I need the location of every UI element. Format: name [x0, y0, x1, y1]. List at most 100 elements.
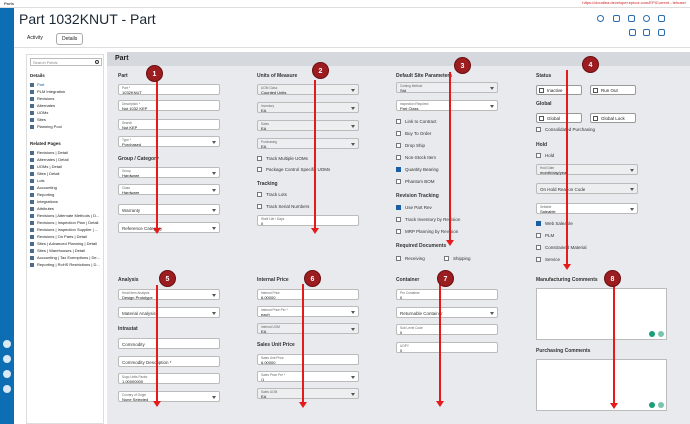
commodity-field[interactable]: Commodity: [118, 338, 220, 349]
spell-icon[interactable]: [649, 402, 655, 408]
per-container-field[interactable]: Per Container 0: [396, 289, 498, 300]
copy-icon[interactable]: [629, 29, 636, 36]
buy-to-order-checkbox[interactable]: Buy To Order: [396, 131, 431, 137]
sidebar-item-sites[interactable]: Sites: [30, 117, 104, 122]
track-lots-checkbox[interactable]: Track Lots: [257, 192, 287, 198]
hold-checkbox[interactable]: Hold: [536, 153, 554, 159]
inventory-uom-dropdown[interactable]: Inventory EA: [257, 102, 359, 113]
hold-reason-dropdown[interactable]: On Hold Reason Code: [536, 183, 638, 194]
purchasing-comments-textarea[interactable]: [536, 359, 667, 411]
supp-units-factor-field[interactable]: Supp Units Factor 1.00000000: [118, 373, 220, 384]
undo-icon[interactable]: [658, 15, 665, 22]
constrained-material-checkbox[interactable]: Constrained Material: [536, 245, 587, 251]
group-dropdown[interactable]: Group Hardware: [118, 167, 220, 178]
sellable-dropdown[interactable]: Sellable Saleable: [536, 203, 638, 214]
related-page-item[interactable]: Accounting | Tax Exemptions | De...: [30, 255, 104, 260]
internal-price-per-dropdown[interactable]: Internal Price Per * each: [257, 306, 359, 317]
related-page-item[interactable]: Accounting: [30, 185, 104, 190]
shelf-life-field[interactable]: Shelf Life / Days 0: [257, 215, 359, 226]
class-dropdown[interactable]: Class Hardware: [118, 184, 220, 195]
chat-icon[interactable]: [3, 340, 11, 348]
attachment-icon[interactable]: [643, 29, 650, 36]
sidebar-item-alternates[interactable]: Alternates: [30, 103, 104, 108]
user-icon[interactable]: [3, 385, 11, 393]
expand-icon[interactable]: [658, 402, 664, 408]
uom-class-dropdown[interactable]: UOM Class Counted Units: [257, 84, 359, 95]
related-page-item[interactable]: Reporting | RoHS Restrictions | D...: [30, 262, 104, 267]
quantity-bearing-checkbox[interactable]: Quantity Bearing: [396, 167, 439, 173]
part-section-header[interactable]: Part: [107, 52, 690, 66]
related-page-item[interactable]: Sites | Detail: [30, 171, 104, 176]
save-icon[interactable]: [613, 15, 620, 22]
shipping-checkbox[interactable]: Shipping: [444, 256, 471, 262]
track-multiple-uoms-checkbox[interactable]: Track Multiple UOMs: [257, 156, 308, 162]
sidebar-item-uoms[interactable]: UOMs: [30, 110, 104, 115]
sidebar-item-revisions[interactable]: Revisions: [30, 96, 104, 101]
internal-uom-dropdown[interactable]: Internal UOM EA: [257, 323, 359, 334]
use-part-rev-checkbox[interactable]: Use Part Rev: [396, 205, 432, 211]
country-of-origin-dropdown[interactable]: Country of Origin None Selected: [118, 391, 220, 402]
global-lock-toggle[interactable]: Global Lock: [590, 113, 636, 123]
new-icon[interactable]: [597, 15, 604, 22]
purchasing-uom-dropdown[interactable]: Purchasing EA: [257, 138, 359, 149]
hold-date-field[interactable]: Hold Date month/day/year: [536, 164, 638, 175]
inactive-toggle[interactable]: Inactive: [536, 85, 582, 95]
uopy-field[interactable]: UOPY 0: [396, 342, 498, 353]
related-page-item[interactable]: Reporting: [30, 192, 104, 197]
tab-details[interactable]: Details: [56, 33, 84, 45]
service-checkbox[interactable]: Service: [536, 257, 560, 263]
run-out-toggle[interactable]: Run Out: [590, 85, 636, 95]
reference-category-dropdown[interactable]: Reference Category: [118, 222, 220, 233]
returnable-container-dropdown[interactable]: Returnable Container: [396, 307, 498, 318]
refresh-icon[interactable]: [643, 15, 650, 22]
manufacturing-comments-textarea[interactable]: [536, 288, 667, 340]
help-icon[interactable]: [3, 370, 11, 378]
description-field[interactable]: Description * Nut 1032 KEP: [118, 100, 220, 111]
related-page-item[interactable]: UOMs | Detail: [30, 164, 104, 169]
related-page-item[interactable]: Sites | Advanced Planning | Detail: [30, 241, 104, 246]
related-page-item[interactable]: Revisions | Detail: [30, 150, 104, 155]
related-page-item[interactable]: Revisions | Inspection Plan | Detail: [30, 220, 104, 225]
part-field[interactable]: Part * 1032KNUT: [118, 84, 220, 95]
related-page-item[interactable]: Alternates | Detail: [30, 157, 104, 162]
costing-method-dropdown[interactable]: Costing Method Std: [396, 82, 498, 93]
related-page-item[interactable]: Sites | Warehouses | Detail: [30, 248, 104, 253]
related-page-item[interactable]: Lots: [30, 178, 104, 183]
related-page-item[interactable]: Revisions | On Parts | Detail: [30, 234, 104, 239]
expand-icon[interactable]: [658, 331, 664, 337]
phantom-bom-checkbox[interactable]: Phantom BOM: [396, 179, 435, 185]
drop-ship-checkbox[interactable]: Drop Ship: [396, 143, 425, 149]
sales-uom-dropdown[interactable]: Sales EA: [257, 120, 359, 131]
plm-checkbox[interactable]: PLM: [536, 233, 554, 239]
receiving-checkbox[interactable]: Receiving: [396, 256, 425, 262]
tab-activity[interactable]: Activity: [22, 33, 48, 43]
global-toggle[interactable]: Global: [536, 113, 582, 123]
related-page-item[interactable]: Integrations: [30, 199, 104, 204]
inspection-required-dropdown[interactable]: Inspection Required Part Class: [396, 100, 498, 111]
spell-icon[interactable]: [649, 331, 655, 337]
package-control-checkbox[interactable]: Package Control Specific UOMs: [257, 167, 330, 173]
head-item-analysis-dropdown[interactable]: Head Item Analysis Design Prototype: [118, 289, 220, 300]
sales-uom-field[interactable]: Sales UOM EA: [257, 388, 359, 399]
sales-unit-price-field[interactable]: Sales Unit Price 6.00000: [257, 354, 359, 365]
type-dropdown[interactable]: Type * Purchased: [118, 136, 220, 147]
sidebar-item-planning-pool[interactable]: Planning Pool: [30, 124, 104, 129]
delete-icon[interactable]: [628, 15, 635, 22]
commodity-description-field[interactable]: Commodity Description *: [118, 356, 220, 367]
sales-price-per-dropdown[interactable]: Sales Price Per */1: [257, 371, 359, 382]
material-analysis-dropdown[interactable]: Material Analysis: [118, 307, 220, 318]
internal-price-field[interactable]: Internal Price 6.00000: [257, 289, 359, 300]
sidebar-item-plm[interactable]: PLM Integration: [30, 89, 104, 94]
link-to-contract-checkbox[interactable]: Link to Contract: [396, 119, 437, 125]
sub-level-code-field[interactable]: Sub Level Code 0: [396, 324, 498, 335]
search-input[interactable]: Search Fields: [30, 58, 102, 66]
warranty-dropdown[interactable]: Warranty: [118, 204, 220, 215]
related-page-item[interactable]: Revisions | Alternate Methods | D...: [30, 213, 104, 218]
track-serial-checkbox[interactable]: Track Serial Numbers: [257, 204, 309, 210]
related-page-item[interactable]: Attributes: [30, 206, 104, 211]
sidebar-item-part[interactable]: Part: [30, 82, 104, 87]
related-page-item[interactable]: Revisions | Inspection Supplier | ...: [30, 227, 104, 232]
non-stock-checkbox[interactable]: Non-Stock Item: [396, 155, 436, 161]
share-icon[interactable]: [3, 355, 11, 363]
search-word-field[interactable]: Search Nut KEP: [118, 119, 220, 130]
